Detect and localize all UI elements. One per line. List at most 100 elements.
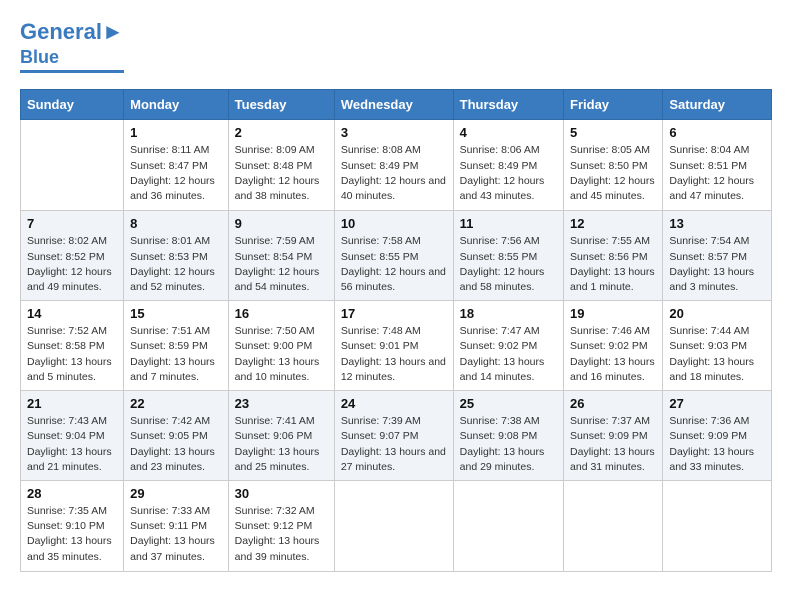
day-number: 10 bbox=[341, 216, 447, 231]
header-cell-saturday: Saturday bbox=[663, 90, 772, 120]
day-info: Sunrise: 7:42 AMSunset: 9:05 PMDaylight:… bbox=[130, 414, 222, 475]
page-header: General► Blue bbox=[20, 20, 772, 73]
calendar-cell: 2 Sunrise: 8:09 AMSunset: 8:48 PMDayligh… bbox=[228, 120, 334, 211]
day-number: 18 bbox=[460, 306, 557, 321]
day-number: 22 bbox=[130, 396, 222, 411]
calendar-cell: 9 Sunrise: 7:59 AMSunset: 8:54 PMDayligh… bbox=[228, 211, 334, 301]
calendar-cell: 1 Sunrise: 8:11 AMSunset: 8:47 PMDayligh… bbox=[124, 120, 229, 211]
calendar-cell: 18 Sunrise: 7:47 AMSunset: 9:02 PMDaylig… bbox=[453, 301, 563, 391]
calendar-body: 1 Sunrise: 8:11 AMSunset: 8:47 PMDayligh… bbox=[21, 120, 772, 572]
calendar-cell: 6 Sunrise: 8:04 AMSunset: 8:51 PMDayligh… bbox=[663, 120, 772, 211]
day-number: 1 bbox=[130, 125, 222, 140]
header-cell-tuesday: Tuesday bbox=[228, 90, 334, 120]
day-info: Sunrise: 8:11 AMSunset: 8:47 PMDaylight:… bbox=[130, 143, 222, 204]
calendar-cell: 12 Sunrise: 7:55 AMSunset: 8:56 PMDaylig… bbox=[564, 211, 663, 301]
calendar-cell: 19 Sunrise: 7:46 AMSunset: 9:02 PMDaylig… bbox=[564, 301, 663, 391]
day-info: Sunrise: 8:04 AMSunset: 8:51 PMDaylight:… bbox=[669, 143, 765, 204]
day-number: 14 bbox=[27, 306, 117, 321]
header-cell-wednesday: Wednesday bbox=[334, 90, 453, 120]
calendar-header: SundayMondayTuesdayWednesdayThursdayFrid… bbox=[21, 90, 772, 120]
day-number: 29 bbox=[130, 486, 222, 501]
calendar-cell: 8 Sunrise: 8:01 AMSunset: 8:53 PMDayligh… bbox=[124, 211, 229, 301]
day-number: 2 bbox=[235, 125, 328, 140]
logo-blue: ► bbox=[102, 19, 124, 44]
calendar-cell: 27 Sunrise: 7:36 AMSunset: 9:09 PMDaylig… bbox=[663, 391, 772, 481]
calendar-cell: 10 Sunrise: 7:58 AMSunset: 8:55 PMDaylig… bbox=[334, 211, 453, 301]
day-info: Sunrise: 7:51 AMSunset: 8:59 PMDaylight:… bbox=[130, 324, 222, 385]
day-info: Sunrise: 8:02 AMSunset: 8:52 PMDaylight:… bbox=[27, 234, 117, 295]
day-info: Sunrise: 7:46 AMSunset: 9:02 PMDaylight:… bbox=[570, 324, 656, 385]
day-number: 21 bbox=[27, 396, 117, 411]
day-number: 4 bbox=[460, 125, 557, 140]
day-number: 17 bbox=[341, 306, 447, 321]
day-info: Sunrise: 8:09 AMSunset: 8:48 PMDaylight:… bbox=[235, 143, 328, 204]
header-cell-monday: Monday bbox=[124, 90, 229, 120]
day-info: Sunrise: 7:44 AMSunset: 9:03 PMDaylight:… bbox=[669, 324, 765, 385]
calendar-cell: 15 Sunrise: 7:51 AMSunset: 8:59 PMDaylig… bbox=[124, 301, 229, 391]
calendar-cell bbox=[663, 481, 772, 572]
calendar-cell: 21 Sunrise: 7:43 AMSunset: 9:04 PMDaylig… bbox=[21, 391, 124, 481]
header-cell-sunday: Sunday bbox=[21, 90, 124, 120]
calendar-cell: 14 Sunrise: 7:52 AMSunset: 8:58 PMDaylig… bbox=[21, 301, 124, 391]
day-info: Sunrise: 7:32 AMSunset: 9:12 PMDaylight:… bbox=[235, 504, 328, 565]
calendar-cell: 30 Sunrise: 7:32 AMSunset: 9:12 PMDaylig… bbox=[228, 481, 334, 572]
calendar-week-5: 28 Sunrise: 7:35 AMSunset: 9:10 PMDaylig… bbox=[21, 481, 772, 572]
calendar-week-2: 7 Sunrise: 8:02 AMSunset: 8:52 PMDayligh… bbox=[21, 211, 772, 301]
day-info: Sunrise: 7:47 AMSunset: 9:02 PMDaylight:… bbox=[460, 324, 557, 385]
day-number: 8 bbox=[130, 216, 222, 231]
day-number: 7 bbox=[27, 216, 117, 231]
day-number: 19 bbox=[570, 306, 656, 321]
calendar-cell bbox=[453, 481, 563, 572]
day-info: Sunrise: 7:35 AMSunset: 9:10 PMDaylight:… bbox=[27, 504, 117, 565]
day-info: Sunrise: 7:39 AMSunset: 9:07 PMDaylight:… bbox=[341, 414, 447, 475]
day-info: Sunrise: 7:58 AMSunset: 8:55 PMDaylight:… bbox=[341, 234, 447, 295]
day-info: Sunrise: 7:52 AMSunset: 8:58 PMDaylight:… bbox=[27, 324, 117, 385]
calendar-cell bbox=[564, 481, 663, 572]
calendar-week-3: 14 Sunrise: 7:52 AMSunset: 8:58 PMDaylig… bbox=[21, 301, 772, 391]
calendar-cell: 3 Sunrise: 8:08 AMSunset: 8:49 PMDayligh… bbox=[334, 120, 453, 211]
day-number: 11 bbox=[460, 216, 557, 231]
calendar-cell bbox=[334, 481, 453, 572]
calendar-cell: 22 Sunrise: 7:42 AMSunset: 9:05 PMDaylig… bbox=[124, 391, 229, 481]
calendar-cell: 23 Sunrise: 7:41 AMSunset: 9:06 PMDaylig… bbox=[228, 391, 334, 481]
day-number: 13 bbox=[669, 216, 765, 231]
day-info: Sunrise: 7:33 AMSunset: 9:11 PMDaylight:… bbox=[130, 504, 222, 565]
day-number: 15 bbox=[130, 306, 222, 321]
header-row: SundayMondayTuesdayWednesdayThursdayFrid… bbox=[21, 90, 772, 120]
day-info: Sunrise: 7:37 AMSunset: 9:09 PMDaylight:… bbox=[570, 414, 656, 475]
logo-underline bbox=[20, 70, 124, 73]
logo-blue-text: Blue bbox=[20, 47, 59, 67]
day-info: Sunrise: 8:01 AMSunset: 8:53 PMDaylight:… bbox=[130, 234, 222, 295]
day-info: Sunrise: 7:59 AMSunset: 8:54 PMDaylight:… bbox=[235, 234, 328, 295]
calendar-cell: 29 Sunrise: 7:33 AMSunset: 9:11 PMDaylig… bbox=[124, 481, 229, 572]
day-number: 5 bbox=[570, 125, 656, 140]
day-info: Sunrise: 7:38 AMSunset: 9:08 PMDaylight:… bbox=[460, 414, 557, 475]
day-info: Sunrise: 8:05 AMSunset: 8:50 PMDaylight:… bbox=[570, 143, 656, 204]
day-number: 28 bbox=[27, 486, 117, 501]
day-info: Sunrise: 7:56 AMSunset: 8:55 PMDaylight:… bbox=[460, 234, 557, 295]
calendar-cell: 16 Sunrise: 7:50 AMSunset: 9:00 PMDaylig… bbox=[228, 301, 334, 391]
calendar-cell: 17 Sunrise: 7:48 AMSunset: 9:01 PMDaylig… bbox=[334, 301, 453, 391]
day-number: 30 bbox=[235, 486, 328, 501]
calendar-table: SundayMondayTuesdayWednesdayThursdayFrid… bbox=[20, 89, 772, 572]
logo-text: General► Blue bbox=[20, 20, 124, 68]
calendar-cell: 26 Sunrise: 7:37 AMSunset: 9:09 PMDaylig… bbox=[564, 391, 663, 481]
day-info: Sunrise: 7:36 AMSunset: 9:09 PMDaylight:… bbox=[669, 414, 765, 475]
header-cell-thursday: Thursday bbox=[453, 90, 563, 120]
day-number: 16 bbox=[235, 306, 328, 321]
day-info: Sunrise: 7:54 AMSunset: 8:57 PMDaylight:… bbox=[669, 234, 765, 295]
day-info: Sunrise: 7:41 AMSunset: 9:06 PMDaylight:… bbox=[235, 414, 328, 475]
day-info: Sunrise: 7:55 AMSunset: 8:56 PMDaylight:… bbox=[570, 234, 656, 295]
day-number: 9 bbox=[235, 216, 328, 231]
header-cell-friday: Friday bbox=[564, 90, 663, 120]
day-number: 20 bbox=[669, 306, 765, 321]
day-number: 23 bbox=[235, 396, 328, 411]
calendar-cell: 11 Sunrise: 7:56 AMSunset: 8:55 PMDaylig… bbox=[453, 211, 563, 301]
day-number: 24 bbox=[341, 396, 447, 411]
day-number: 12 bbox=[570, 216, 656, 231]
calendar-cell bbox=[21, 120, 124, 211]
calendar-cell: 5 Sunrise: 8:05 AMSunset: 8:50 PMDayligh… bbox=[564, 120, 663, 211]
calendar-cell: 13 Sunrise: 7:54 AMSunset: 8:57 PMDaylig… bbox=[663, 211, 772, 301]
calendar-cell: 24 Sunrise: 7:39 AMSunset: 9:07 PMDaylig… bbox=[334, 391, 453, 481]
logo: General► Blue bbox=[20, 20, 124, 73]
